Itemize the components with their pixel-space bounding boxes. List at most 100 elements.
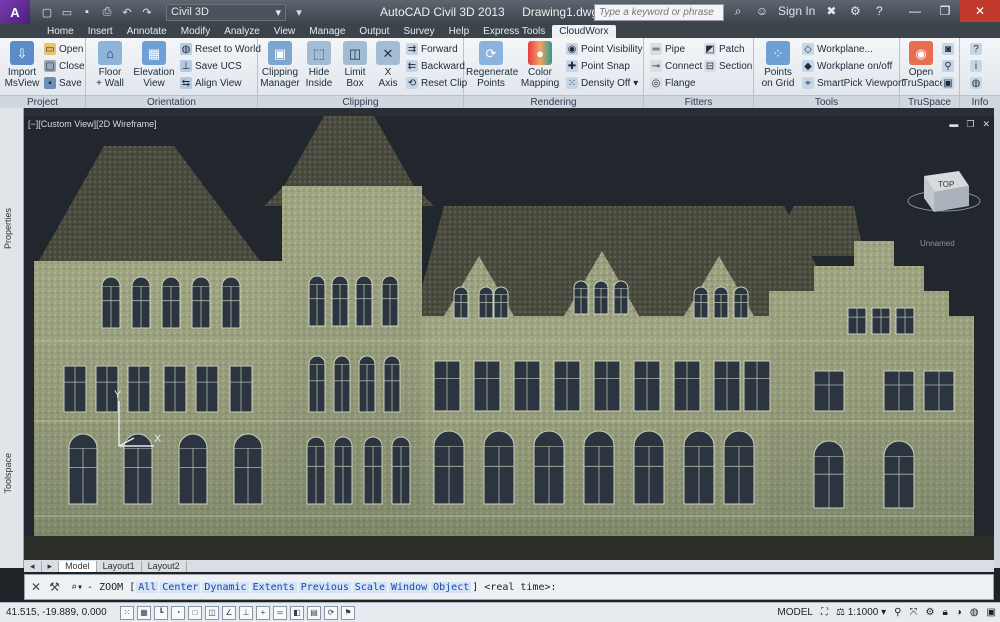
object-snap-icon[interactable]: □ [188,605,202,620]
tab-manage[interactable]: Manage [302,25,352,38]
print-icon[interactable]: ⎙ [98,3,116,21]
points-on-grid-button[interactable]: ⁘ Points on Grid [758,41,798,89]
command-search-icon[interactable]: ⌕▾ [71,582,83,593]
save-ucs-button[interactable]: ⊥ Save UCS [180,59,242,73]
lock-icon[interactable]: 🔒︎ [942,607,947,618]
info-help-button[interactable]: ? [970,42,982,56]
panel-label-rendering[interactable]: Rendering [464,95,643,108]
command-option-object[interactable]: Object [431,581,472,593]
command-option-window[interactable]: Window [389,581,430,593]
floor-wall-button[interactable]: ⌂ Floor + Wall [90,41,130,89]
point-visibility-button[interactable]: ◉ Point Visibility [566,42,643,56]
command-line[interactable]: ✕ ⚒ ⌕▾ - ZOOM [ All Center Dynamic Extents P… [24,574,994,600]
command-option-extents[interactable]: Extents [250,581,297,593]
limit-box-button[interactable]: ◫ Limit Box [338,41,372,89]
panel-label-truspace[interactable]: TruSpace [900,95,959,108]
dynamic-ucs-icon[interactable]: ⊥ [239,605,253,620]
drawing-viewport[interactable]: [−][Custom View][2D Wireframe] ▬ ❐ ✕ Y X… [24,116,994,560]
binoculars-icon[interactable]: ⌕ [730,3,746,19]
command-option-center[interactable]: Center [160,581,201,593]
exchange-icon[interactable]: ✖ [823,3,839,19]
panel-label-fitters[interactable]: Fitters [644,95,753,108]
align-view-button[interactable]: ⇆ Align View [180,76,242,90]
section-button[interactable]: ⊟ Section [704,59,752,73]
flange-button[interactable]: ◎ Flange [650,76,696,90]
layout-tab-model[interactable]: Model [59,560,97,572]
reset-clip-button[interactable]: ⟲ Reset Clip [406,76,467,90]
panel-label-clipping[interactable]: Clipping [258,95,463,108]
object-tracking-icon[interactable]: ∠ [222,605,236,620]
command-option-all[interactable]: All [136,581,159,593]
viewport-lock-icon[interactable]: ⛶ [821,607,828,618]
color-mapping-button[interactable]: ● Color Mapping [518,41,562,89]
hide-inside-button[interactable]: ⬚ Hide Inside [302,41,336,89]
new-file-icon[interactable]: ▢ [38,3,56,21]
open-button[interactable]: ▭ Open [44,42,83,56]
layout-tab-layout2[interactable]: Layout2 [142,560,187,572]
close-icon[interactable]: ✕ [982,119,990,130]
ortho-mode-icon[interactable]: ┗ [154,605,168,620]
user-icon[interactable]: ☺ [754,3,770,19]
reset-to-world-button[interactable]: ◍ Reset to World [180,42,261,56]
tab-view[interactable]: View [267,25,303,38]
viewcube-top-label[interactable]: TOP [938,180,954,189]
clipping-manager-button[interactable]: ▣ Clipping Manager [260,41,300,89]
annotation-visibility-icon[interactable]: ⚲ [894,607,901,618]
annotation-scale-dropdown[interactable]: ⚖ 1:1000 ▾ [836,607,886,618]
minimize-icon[interactable]: — [900,0,930,22]
wrench-icon[interactable]: ⚒ [49,580,60,594]
maximize-icon[interactable]: ❐ [930,0,960,22]
point-snap-button[interactable]: ✚ Point Snap [566,59,630,73]
backward-button[interactable]: ⇇ Backward [406,59,465,73]
undo-icon[interactable]: ↶ [118,3,136,21]
tab-help[interactable]: Help [442,25,477,38]
viewcube-ucs-menu[interactable]: Unnamed [920,239,955,248]
model-space-button[interactable]: MODEL [777,607,813,618]
command-option-previous[interactable]: Previous [298,581,351,593]
x-axis-button[interactable]: ✕ X Axis [374,41,402,89]
truspace-tool-1[interactable]: ◙ [942,42,954,56]
tab-analyze[interactable]: Analyze [217,25,267,38]
connect-button[interactable]: ⊸ Connect [650,59,702,73]
coordinate-readout[interactable]: 41.515, -19.889, 0.000 [0,607,120,618]
workplane-toggle-button[interactable]: ◆ Workplane on/off [802,59,892,73]
regenerate-points-button[interactable]: ⟳ Regenerate Points [466,41,518,89]
open-truspace-button[interactable]: ◉ Open TruSpace [902,41,945,89]
panel-label-project[interactable]: Project [0,95,85,108]
clean-screen-icon[interactable]: ▣ [987,607,996,618]
workplane-button[interactable]: ◇ Workplane... [802,42,873,56]
tab-annotate[interactable]: Annotate [120,25,174,38]
close-icon[interactable]: ✕ [31,580,41,594]
grid-display-icon[interactable]: ▦ [137,605,151,620]
restore-icon[interactable]: ❐ [966,119,974,130]
tab-modify[interactable]: Modify [174,25,217,38]
minimize-icon[interactable]: ▬ [949,119,958,130]
3d-osnap-icon[interactable]: ◫ [205,605,219,620]
help-icon[interactable]: ? [871,3,887,19]
viewport-controls-label[interactable]: [−][Custom View][2D Wireframe] [28,119,157,129]
dynamic-input-icon[interactable]: + [256,605,270,620]
layout-tab-layout1[interactable]: Layout1 [97,560,142,572]
panel-label-orientation[interactable]: Orientation [86,95,257,108]
transparency-icon[interactable]: ◧ [290,605,304,620]
toolspace-palette-tab[interactable]: Toolspace [3,453,13,494]
info-about-button[interactable]: i [970,59,982,73]
tab-express-tools[interactable]: Express Tools [476,25,552,38]
truspace-tool-3[interactable]: ▣ [942,76,954,90]
qat-customize-icon[interactable]: ▾ [290,3,308,21]
lineweight-icon[interactable]: ═ [273,605,287,620]
forward-button[interactable]: ⇉ Forward [406,42,458,56]
polar-tracking-icon[interactable]: ◔ [171,605,185,620]
elevation-view-button[interactable]: ▦ Elevation View [132,41,176,89]
save-button[interactable]: ▪ Save [44,76,82,90]
workspace-select[interactable]: Civil 3D ▾ [166,3,286,21]
save-icon[interactable]: ▪ [78,3,96,21]
subscription-icon[interactable]: ⚙ [847,3,863,19]
smartpick-viewport-button[interactable]: ⌖ SmartPick Viewport [802,76,904,90]
tab-cloudworx[interactable]: CloudWorx [552,25,616,38]
annotation-monitor-icon[interactable]: ⚑ [341,605,355,620]
auto-scale-icon[interactable]: ⤧ [909,607,917,618]
quick-properties-icon[interactable]: ▤ [307,605,321,620]
tab-nav-next-icon[interactable]: ▸ [42,560,60,572]
open-folder-icon[interactable]: ▭ [58,3,76,21]
